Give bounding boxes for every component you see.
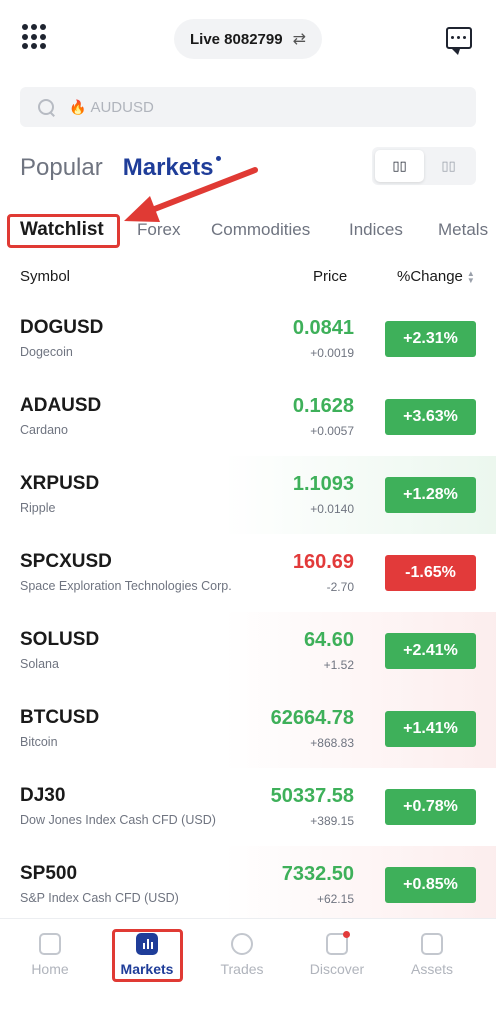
column-header-symbol: Symbol [20, 268, 71, 285]
table-row[interactable]: SPCXUSD Space Exploration Technologies C… [0, 534, 496, 612]
grid-menu-icon[interactable] [22, 24, 48, 50]
table-row[interactable]: XRPUSD Ripple 1.1093 +0.0140 +1.28% [0, 456, 496, 534]
change-badge[interactable]: -1.65% [385, 555, 476, 591]
change-badge[interactable]: +2.31% [385, 321, 476, 357]
column-header-change[interactable]: %Change ▲ ▼ [397, 268, 475, 285]
nav-home[interactable]: Home [10, 933, 90, 977]
trades-trend-icon [231, 933, 253, 955]
tab-forex[interactable]: Forex [137, 220, 180, 240]
table-row[interactable]: BTCUSD Bitcoin 62664.78 +868.83 +1.41% [0, 690, 496, 768]
view-toggle: ▯▯ ▯▯ [372, 147, 476, 185]
column-header-price: Price [313, 268, 348, 285]
highlight-box-watchlist [7, 214, 120, 248]
discover-icon [326, 931, 350, 955]
tab-metals[interactable]: Metals [438, 220, 488, 240]
notification-dot [343, 931, 350, 938]
search-placeholder: AUDUSD [90, 98, 154, 116]
card-view-icon[interactable]: ▯▯ [424, 150, 473, 182]
fire-icon: 🔥 [69, 98, 87, 115]
tab-indices[interactable]: Indices [349, 220, 403, 240]
account-label: Live 8082799 [190, 30, 283, 48]
change-badge[interactable]: +0.85% [385, 867, 476, 903]
account-switcher[interactable]: Live 8082799 ⇄ [174, 19, 322, 59]
chat-icon[interactable] [446, 27, 472, 55]
top-bar: Live 8082799 ⇄ [0, 0, 496, 80]
bottom-nav: Home Markets Trades Discover Assets [0, 918, 496, 1024]
change-badge[interactable]: +2.41% [385, 633, 476, 669]
new-dot [216, 156, 222, 161]
table-row[interactable]: DOGUSD Dogecoin 0.0841 +0.0019 +2.31% [0, 300, 496, 378]
tab-markets[interactable]: Markets [123, 154, 222, 182]
nav-discover[interactable]: Discover [297, 931, 377, 977]
nav-assets[interactable]: Assets [392, 933, 472, 977]
table-row[interactable]: ADAUSD Cardano 0.1628 +0.0057 +3.63% [0, 378, 496, 456]
change-badge[interactable]: +3.63% [385, 399, 476, 435]
tab-commodities[interactable]: Commodities [211, 220, 310, 240]
search-bar[interactable]: 🔥 AUDUSD [20, 87, 476, 127]
list-view-icon[interactable]: ▯▯ [375, 150, 424, 182]
home-chart-icon [39, 933, 61, 955]
assets-wallet-icon [421, 933, 443, 955]
nav-trades[interactable]: Trades [202, 933, 282, 977]
section-tabs: Popular Markets [20, 148, 222, 188]
sort-icon: ▲ ▼ [466, 269, 475, 286]
swap-arrows-icon: ⇄ [292, 31, 306, 48]
highlight-box-markets [112, 929, 183, 982]
table-row[interactable]: DJ30 Dow Jones Index Cash CFD (USD) 5033… [0, 768, 496, 846]
search-icon [38, 98, 55, 116]
table-row[interactable]: SP500 S&P Index Cash CFD (USD) 7332.50 +… [0, 846, 496, 924]
table-row[interactable]: SOLUSD Solana 64.60 +1.52 +2.41% [0, 612, 496, 690]
tab-popular[interactable]: Popular [20, 154, 103, 182]
change-badge[interactable]: +1.41% [385, 711, 476, 747]
change-badge[interactable]: +0.78% [385, 789, 476, 825]
change-badge[interactable]: +1.28% [385, 477, 476, 513]
